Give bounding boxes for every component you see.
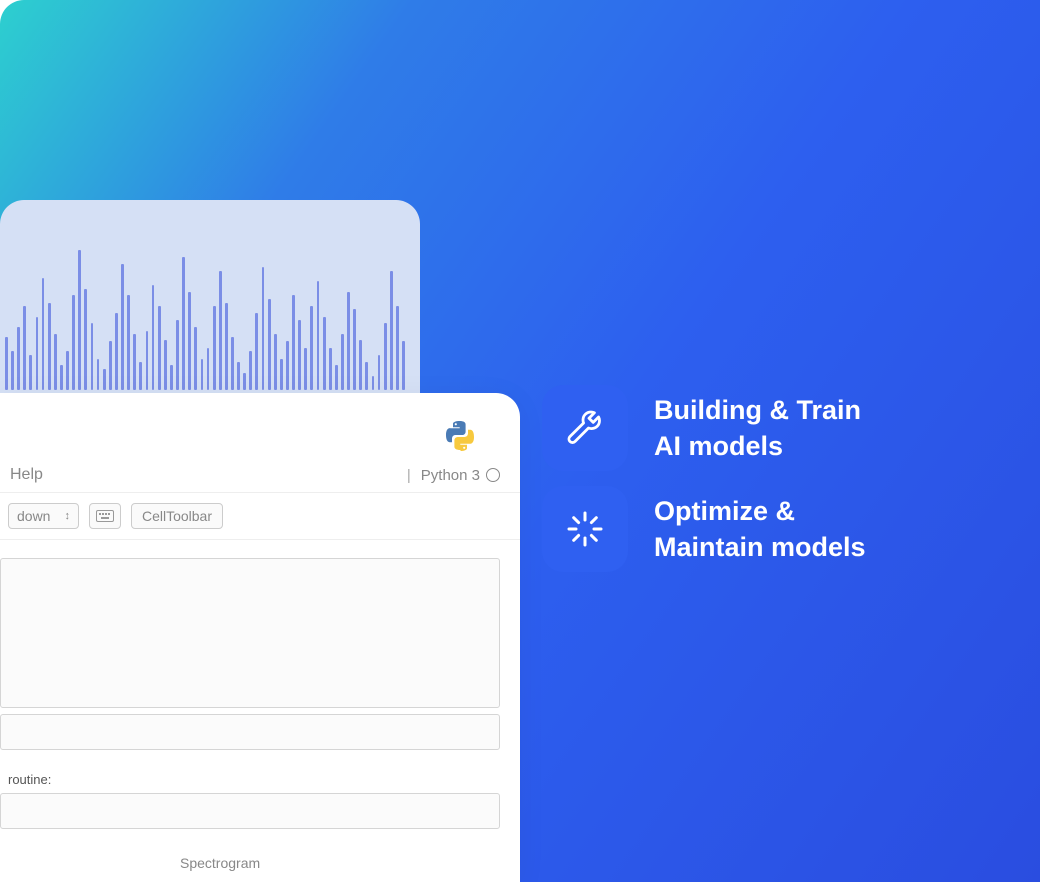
waveform-bar — [359, 340, 362, 390]
waveform-bar — [66, 351, 69, 390]
waveform-bar — [262, 267, 265, 390]
waveform-bar — [237, 362, 240, 390]
audio-waveform — [5, 230, 405, 390]
waveform-bar — [292, 295, 295, 390]
waveform-bar — [42, 278, 45, 390]
waveform-bar — [176, 320, 179, 390]
feature-line-2: AI models — [654, 428, 861, 464]
waveform-bar — [255, 313, 258, 390]
waveform-bar — [304, 348, 307, 390]
waveform-bar — [127, 295, 130, 390]
feature-text: Optimize & Maintain models — [654, 493, 866, 566]
routine-label: routine: — [8, 772, 520, 787]
waveform-bar — [310, 306, 313, 390]
feature-list: Building & Train AI models — [542, 385, 866, 572]
notebook-menubar: Help Python 3 — [0, 458, 520, 493]
notebook-window: Help Python 3 down ↕ CellToolbar routine… — [0, 393, 520, 882]
waveform-bar — [378, 355, 381, 390]
waveform-bar — [133, 334, 136, 390]
waveform-bar — [384, 323, 387, 390]
waveform-bar — [207, 348, 210, 390]
waveform-bar — [298, 320, 301, 390]
waveform-bar — [84, 289, 87, 390]
waveform-bar — [213, 306, 216, 390]
waveform-bar — [286, 341, 289, 390]
waveform-bar — [146, 331, 149, 390]
waveform-bar — [36, 317, 39, 390]
waveform-bar — [243, 373, 246, 390]
python-icon — [442, 418, 478, 454]
notebook-cell[interactable] — [0, 558, 500, 708]
promo-card-background: Help Python 3 down ↕ CellToolbar routine… — [0, 0, 1040, 882]
waveform-bar — [341, 334, 344, 390]
waveform-bar — [194, 327, 197, 390]
waveform-bar — [115, 313, 118, 390]
waveform-bar — [72, 295, 75, 390]
waveform-bar — [152, 285, 155, 390]
waveform-bar — [347, 292, 350, 390]
waveform-bar — [23, 306, 26, 390]
waveform-bar — [231, 337, 234, 390]
waveform-bar — [11, 351, 14, 390]
waveform-bar — [396, 306, 399, 390]
feature-line-1: Building & Train — [654, 392, 861, 428]
waveform-bar — [158, 306, 161, 390]
cell-type-value: down — [17, 508, 50, 524]
waveform-bar — [280, 359, 283, 390]
waveform-bar — [365, 362, 368, 390]
waveform-bar — [5, 337, 8, 390]
kernel-name: Python 3 — [421, 467, 480, 484]
menu-help[interactable]: Help — [10, 466, 43, 484]
cell-toolbar-button[interactable]: CellToolbar — [131, 503, 223, 529]
spinner-icon — [564, 508, 606, 550]
waveform-bar — [201, 359, 204, 390]
waveform-bar — [188, 292, 191, 390]
input-row-2[interactable] — [0, 793, 500, 829]
kernel-status-icon — [486, 468, 500, 482]
waveform-bar — [164, 340, 167, 390]
feature-line-2: Maintain models — [654, 529, 866, 565]
waveform-bar — [402, 341, 405, 390]
cell-type-dropdown[interactable]: down ↕ — [8, 503, 79, 529]
waveform-bar — [78, 250, 81, 390]
waveform-bar — [182, 257, 185, 390]
waveform-bar — [29, 355, 32, 390]
waveform-bar — [390, 271, 393, 390]
waveform-bar — [268, 299, 271, 390]
input-row-1[interactable] — [0, 714, 500, 750]
waveform-bar — [103, 369, 106, 390]
waveform-bar — [17, 327, 20, 390]
waveform-bar — [274, 334, 277, 390]
waveform-bar — [170, 365, 173, 390]
spectrogram-label: Spectrogram — [180, 855, 260, 871]
waveform-bar — [121, 264, 124, 390]
chevron-updown-icon: ↕ — [64, 510, 70, 522]
waveform-bar — [353, 309, 356, 390]
waveform-bar — [335, 365, 338, 390]
waveform-bar — [249, 351, 252, 390]
notebook-toolbar: down ↕ CellToolbar — [0, 493, 520, 540]
kernel-indicator[interactable]: Python 3 — [407, 467, 500, 484]
keyboard-icon[interactable] — [89, 503, 121, 529]
waveform-bar — [372, 376, 375, 390]
waveform-bar — [219, 271, 222, 390]
waveform-bar — [323, 317, 326, 390]
waveform-bar — [225, 303, 228, 390]
waveform-bar — [60, 365, 63, 390]
feature-pill — [542, 385, 628, 471]
waveform-bar — [109, 341, 112, 390]
wrench-icon — [564, 407, 606, 449]
waveform-bar — [139, 362, 142, 390]
feature-pill — [542, 486, 628, 572]
waveform-bar — [91, 323, 94, 390]
feature-build-train: Building & Train AI models — [542, 385, 866, 471]
waveform-bar — [48, 303, 51, 390]
waveform-bar — [317, 281, 320, 390]
waveform-bar — [329, 348, 332, 390]
feature-text: Building & Train AI models — [654, 392, 861, 465]
waveform-bar — [54, 334, 57, 390]
waveform-bar — [97, 359, 100, 390]
feature-optimize-maintain: Optimize & Maintain models — [542, 486, 866, 572]
feature-line-1: Optimize & — [654, 493, 866, 529]
